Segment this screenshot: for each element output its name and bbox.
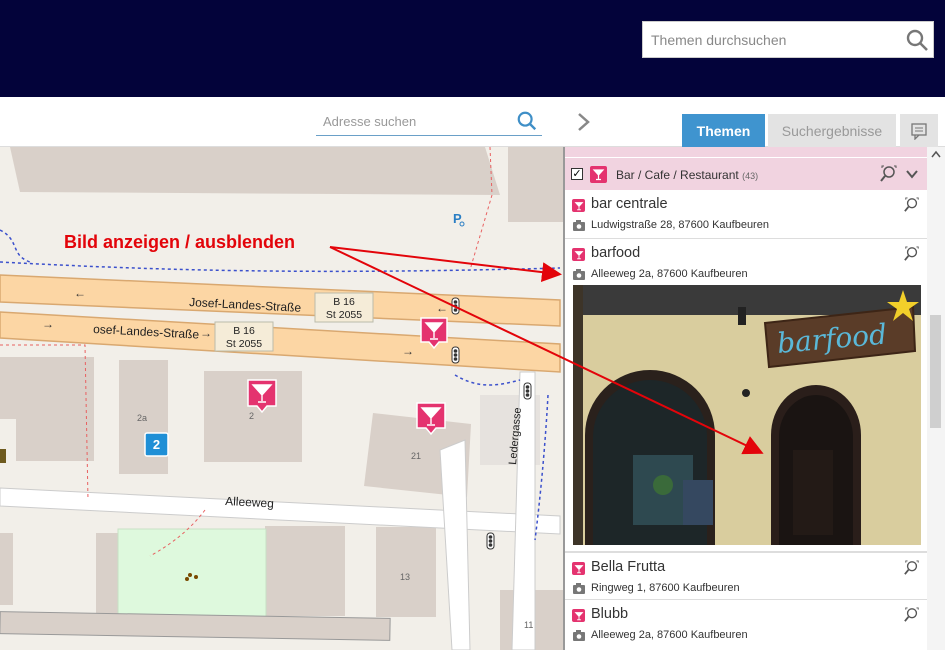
item-name[interactable]: bar centrale <box>591 196 668 212</box>
search-icon[interactable] <box>905 28 929 52</box>
zoom-to-icon[interactable] <box>904 560 920 576</box>
list-item[interactable]: Blubb Alleeweg 2a, 87600 Kaufbeuren <box>565 600 927 650</box>
road-shield: B 16 St 2055 <box>314 292 374 323</box>
item-address: Ludwigstraße 28, 87600 Kaufbeuren <box>591 219 769 231</box>
cocktail-icon <box>572 248 585 261</box>
traffic-signal-icon <box>451 297 460 315</box>
building <box>16 357 94 461</box>
category-checkbox[interactable]: ✓ <box>571 168 583 180</box>
zoom-to-icon[interactable] <box>904 607 920 623</box>
zoom-to-icon[interactable] <box>880 165 898 183</box>
building <box>10 147 500 195</box>
category-strip <box>565 147 927 158</box>
svg-text:P: P <box>453 211 462 226</box>
category-count: (43) <box>742 171 759 181</box>
traffic-signal-icon <box>523 382 532 400</box>
building <box>508 147 563 222</box>
house-number: 2 <box>249 411 254 421</box>
house-number: 21 <box>411 451 421 461</box>
cocktail-icon <box>572 562 585 575</box>
cocktail-icon <box>590 166 607 183</box>
traffic-signal-icon <box>451 346 460 364</box>
item-address: Ringweg 1, 87600 Kaufbeuren <box>591 582 740 594</box>
house-number: 11 <box>524 620 533 630</box>
tab-suchergebnisse[interactable]: Suchergebnisse <box>768 114 896 147</box>
item-address: Alleeweg 2a, 87600 Kaufbeuren <box>591 268 748 280</box>
item-name[interactable]: barfood <box>591 245 640 261</box>
map[interactable]: ← → → → ← Josef-Landes-Straße osef-Lande… <box>0 147 563 650</box>
building <box>0 533 13 605</box>
item-photo[interactable]: barfood <box>573 285 921 545</box>
building <box>265 526 345 616</box>
theme-search-box[interactable] <box>642 21 934 58</box>
chevron-down-icon[interactable] <box>905 167 919 181</box>
svg-text:B 16: B 16 <box>233 325 255 337</box>
building <box>96 533 118 623</box>
theme-search-input[interactable] <box>651 30 901 50</box>
svg-text:St 2055: St 2055 <box>326 309 362 321</box>
panel-scrollbar[interactable] <box>927 147 945 650</box>
list-item[interactable]: Bella Frutta Ringweg 1, 87600 Kaufbeuren <box>565 552 927 600</box>
address-search-input[interactable] <box>323 112 503 130</box>
chevron-right-icon[interactable] <box>574 110 594 134</box>
svg-text:St 2055: St 2055 <box>226 338 262 350</box>
item-name[interactable]: Blubb <box>591 606 628 622</box>
svg-text:B 16: B 16 <box>333 296 355 308</box>
street-label: Alleeweg <box>225 494 274 511</box>
search-icon[interactable] <box>516 110 538 132</box>
svg-text:2: 2 <box>153 437 160 452</box>
svg-text:→: → <box>200 326 212 340</box>
svg-text:←: ← <box>74 286 86 300</box>
comment-icon <box>911 122 927 140</box>
zoom-to-icon[interactable] <box>904 197 920 213</box>
tab-themen[interactable]: Themen <box>682 114 765 147</box>
camera-icon[interactable] <box>573 269 585 280</box>
park <box>117 528 267 620</box>
camera-icon[interactable] <box>573 630 585 641</box>
house-number: 2a <box>137 413 147 423</box>
tab-comments[interactable] <box>900 114 938 147</box>
svg-text:→: → <box>42 317 54 331</box>
scroll-up-icon[interactable] <box>927 147 945 161</box>
zoom-to-icon[interactable] <box>904 246 920 262</box>
map-canvas[interactable]: ← → → → ← Josef-Landes-Straße osef-Lande… <box>0 147 563 650</box>
annotation-text: Bild anzeigen / ausblenden <box>64 232 296 252</box>
item-address: Alleeweg 2a, 87600 Kaufbeuren <box>591 629 748 641</box>
camera-icon[interactable] <box>573 220 585 231</box>
scrollbar-thumb[interactable] <box>930 315 941 428</box>
address-search[interactable] <box>316 108 542 136</box>
cocktail-icon <box>572 609 585 622</box>
svg-text:←: ← <box>436 301 448 315</box>
cocktail-icon <box>572 199 585 212</box>
camera-icon[interactable] <box>573 583 585 594</box>
traffic-signal-icon <box>486 532 495 550</box>
house-number: 13 <box>400 572 410 582</box>
item-name[interactable]: Bella Frutta <box>591 559 665 575</box>
category-header[interactable]: ✓ Bar / Cafe / Restaurant (43) <box>565 158 927 190</box>
road-shield: B 16 St 2055 <box>214 321 274 352</box>
category-label: Bar / Cafe / Restaurant (43) <box>616 168 759 182</box>
list-item[interactable]: bar centrale Ludwigstraße 28, 87600 Kauf… <box>565 190 927 239</box>
cluster-marker[interactable]: 2 <box>144 432 169 457</box>
svg-text:→: → <box>402 344 414 358</box>
